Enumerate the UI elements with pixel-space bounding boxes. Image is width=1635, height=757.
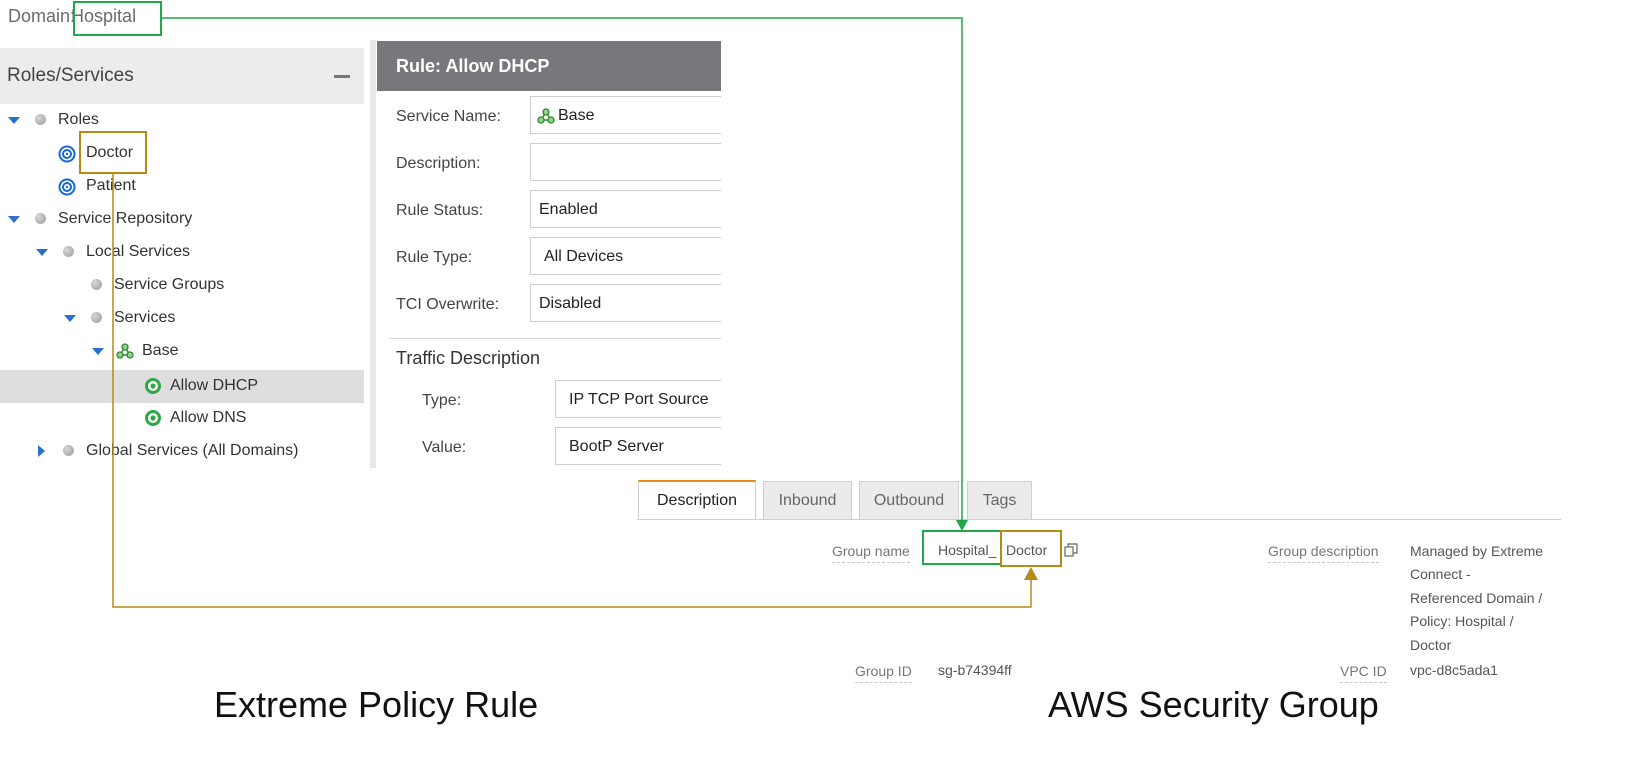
group-description-label: Group description	[1268, 543, 1379, 563]
traffic-description-title: Traffic Description	[396, 348, 541, 368]
rule-title: Rule: Allow DHCP	[396, 56, 550, 76]
traffic-type-field[interactable]: IP TCP Port Source	[555, 380, 721, 418]
rule-icon	[145, 410, 161, 426]
vpc-id-value: vpc-d8c5ada1	[1410, 662, 1498, 678]
caret-down-icon[interactable]	[8, 216, 20, 223]
dot-icon	[63, 246, 74, 257]
role-highlight-box	[79, 131, 147, 174]
role-icon	[58, 178, 76, 196]
group-name-label: Group name	[832, 543, 910, 563]
tree-item-roles[interactable]: Roles	[0, 104, 364, 137]
tree-item-base[interactable]: Base	[0, 335, 364, 368]
caret-down-icon[interactable]	[64, 315, 76, 322]
rule-type-label: Rule Type:	[396, 249, 473, 266]
rule-status-value: Enabled	[539, 201, 598, 218]
tci-overwrite-label: TCI Overwrite:	[396, 296, 500, 313]
tree-item-global-services[interactable]: Global Services (All Domains)	[0, 435, 364, 468]
group-description-line: Doctor	[1410, 636, 1452, 653]
roles-services-panel: Roles/Services Roles Doctor Patient Serv…	[0, 48, 364, 468]
tab-label: Inbound	[778, 492, 837, 509]
tab-inbound[interactable]: Inbound	[763, 481, 852, 519]
description-label: Description:	[396, 155, 481, 172]
dot-icon	[35, 114, 46, 125]
tree-item-label: Service Groups	[114, 276, 225, 293]
rule-detail-panel: Rule: Allow DHCP Service Name: Base Desc…	[377, 41, 721, 468]
tree-item-label: Allow DNS	[170, 409, 247, 426]
tab-baseline	[637, 519, 1561, 520]
tree-item-label: Global Services (All Domains)	[86, 442, 299, 459]
caret-down-icon[interactable]	[92, 348, 104, 355]
group-id-value: sg-b74394ff	[938, 662, 1012, 678]
tree-item-label: Service Repository	[58, 210, 193, 227]
rule-status-label: Rule Status:	[396, 202, 484, 219]
tab-description[interactable]: Description	[638, 480, 756, 520]
traffic-value-field[interactable]: BootP Server	[555, 427, 721, 465]
vpc-id-label: VPC ID	[1340, 663, 1387, 683]
dot-icon	[91, 279, 102, 290]
caret-down-icon[interactable]	[36, 249, 48, 256]
traffic-type-label: Type:	[422, 392, 462, 409]
tree-item-label: Roles	[58, 111, 99, 128]
caption-aws-security-group: AWS Security Group	[1048, 684, 1379, 725]
role-connector-arrowhead	[1024, 567, 1038, 580]
tree-item-patient[interactable]: Patient	[0, 170, 364, 203]
role-icon	[58, 145, 76, 163]
tree-item-service-groups[interactable]: Service Groups	[0, 269, 364, 302]
copy-icon[interactable]	[1064, 543, 1078, 557]
traffic-type-value: IP TCP Port Source	[569, 391, 709, 408]
domain-label-prefix: Domain:	[8, 6, 76, 26]
section-divider	[390, 338, 721, 339]
group-name-role-highlight-box	[1000, 530, 1062, 567]
tree-panel-title: Roles/Services	[7, 65, 134, 86]
caret-down-icon[interactable]	[8, 117, 20, 124]
traffic-value-label: Value:	[422, 439, 467, 456]
tab-label: Tags	[982, 492, 1017, 509]
tree-item-service-repository[interactable]: Service Repository	[0, 203, 364, 236]
group-description-line: Policy: Hospital /	[1410, 613, 1514, 630]
rule-type-field[interactable]: All Devices	[530, 237, 721, 275]
service-group-icon	[537, 108, 555, 124]
tci-overwrite-value: Disabled	[539, 295, 602, 312]
group-description-value: Managed by Extreme Connect - Referenced …	[1410, 540, 1560, 657]
rule-type-value: All Devices	[544, 248, 624, 265]
tree-panel-header: Roles/Services	[0, 48, 364, 104]
minus-icon[interactable]	[334, 75, 350, 78]
tci-overwrite-field[interactable]: Disabled	[530, 284, 721, 322]
tree-item-doctor[interactable]: Doctor	[0, 137, 364, 170]
caption-extreme-policy-rule: Extreme Policy Rule	[214, 684, 539, 725]
tree-item-label: Allow DHCP	[170, 377, 259, 394]
group-description-line: Connect -	[1410, 566, 1471, 583]
dot-icon	[63, 445, 74, 456]
tab-outbound[interactable]: Outbound	[859, 481, 959, 519]
tree-item-allow-dhcp[interactable]: Allow DHCP	[0, 370, 364, 403]
group-description-line: Managed by Extreme	[1410, 543, 1544, 559]
tree-item-allow-dns[interactable]: Allow DNS	[0, 402, 364, 435]
traffic-value-value: BootP Server	[569, 438, 664, 455]
rule-header: Rule: Allow DHCP	[377, 41, 721, 91]
tree-item-label: Base	[142, 342, 179, 359]
service-group-icon	[116, 343, 134, 359]
tree-item-services[interactable]: Services	[0, 302, 364, 335]
service-name-field[interactable]: Base	[530, 96, 721, 134]
panel-divider	[370, 40, 376, 468]
dot-icon	[91, 312, 102, 323]
dot-icon	[35, 213, 46, 224]
rule-status-field[interactable]: Enabled	[530, 190, 721, 228]
tree-item-label: Services	[114, 309, 176, 326]
tree-item-label: Local Services	[86, 243, 191, 260]
group-description-line: Referenced Domain /	[1410, 589, 1543, 606]
domain-highlight-box	[73, 1, 162, 36]
tab-tags[interactable]: Tags	[967, 481, 1032, 519]
service-name-label: Service Name:	[396, 108, 501, 125]
tree-item-label: Patient	[86, 177, 136, 194]
description-field[interactable]	[530, 143, 721, 181]
group-name-domain-highlight-box	[922, 530, 1002, 565]
rule-icon	[145, 378, 161, 394]
tree-item-local-services[interactable]: Local Services	[0, 236, 364, 269]
caret-right-icon[interactable]	[38, 445, 45, 457]
service-name-value: Base	[558, 107, 595, 124]
group-id-label: Group ID	[855, 663, 912, 683]
tab-label: Outbound	[873, 492, 945, 509]
tab-label: Description	[656, 492, 738, 509]
